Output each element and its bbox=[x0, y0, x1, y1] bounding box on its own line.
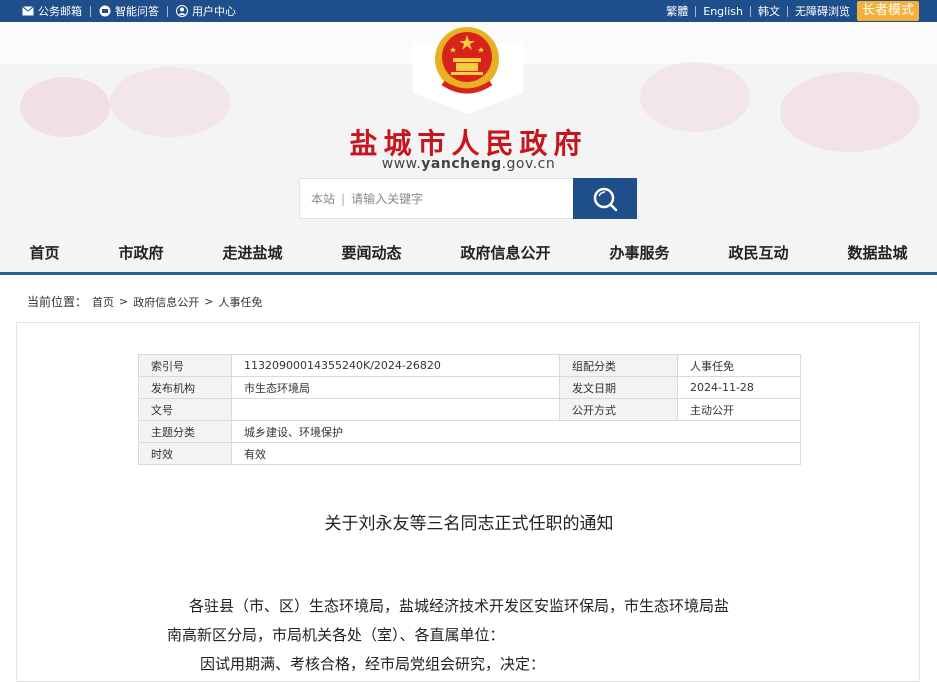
nav-item-about-yancheng[interactable]: 走进盐城 bbox=[222, 242, 282, 263]
qa-link[interactable]: 智能问答 bbox=[99, 3, 159, 19]
breadcrumb-current[interactable]: 人事任免 bbox=[218, 294, 262, 310]
nav-item-city-government[interactable]: 市政府 bbox=[118, 242, 163, 263]
index-label: 索引号 bbox=[138, 354, 232, 377]
validity-label: 时效 bbox=[138, 442, 232, 465]
accessibility-link[interactable]: 无障碍浏览 bbox=[795, 3, 850, 19]
traditional-link[interactable]: 繁體 bbox=[666, 3, 688, 19]
document-title: 关于刘永友等三名同志正式任职的通知 bbox=[324, 514, 614, 534]
main-nav: 首页 市政府 走进盐城 要闻动态 政府信息公开 办事服务 政民互动 数据盐城 bbox=[0, 232, 937, 275]
docno-label: 文号 bbox=[138, 398, 232, 421]
open-method-label: 公开方式 bbox=[559, 398, 678, 421]
breadcrumb-info-disclosure[interactable]: 政府信息公开 bbox=[133, 294, 199, 310]
nav-item-news[interactable]: 要闻动态 bbox=[341, 242, 401, 263]
validity-value: 有效 bbox=[231, 442, 801, 465]
top-right-links: 繁體 English 韩文 无障碍浏览 长者模式 bbox=[666, 0, 919, 22]
docno-value bbox=[231, 398, 560, 421]
mail-link-label: 公务邮箱 bbox=[38, 5, 82, 18]
divider bbox=[786, 5, 788, 17]
search-button[interactable] bbox=[573, 178, 637, 219]
topic-value: 城乡建设、环境保护 bbox=[231, 420, 801, 443]
mail-link[interactable]: 公务邮箱 bbox=[22, 3, 82, 19]
table-row: 发布机构 市生态环境局 发文日期 2024-11-28 bbox=[138, 376, 801, 399]
nav-item-services[interactable]: 办事服务 bbox=[609, 242, 669, 263]
search-bar: 本站 | 请输入关键字 bbox=[299, 178, 638, 219]
document-paragraph: 南高新区分局，市局机关各处（室）、各直属单位： bbox=[167, 626, 505, 644]
divider bbox=[90, 5, 91, 17]
date-value: 2024-11-28 bbox=[677, 376, 801, 399]
domain-prefix: www. bbox=[381, 156, 422, 172]
breadcrumb-label: 当前位置： bbox=[27, 295, 88, 309]
table-row: 主题分类 城乡建设、环境保护 bbox=[138, 420, 801, 443]
table-row: 时效 有效 bbox=[138, 442, 801, 465]
document-paragraph: 因试用期满、考核合格，经市局党组会研究，决定： bbox=[200, 655, 546, 673]
top-bar: 公务邮箱 智能问答 用户中心 繁體 English 韩文 无障碍浏览 长者模式 bbox=[0, 0, 937, 22]
divider bbox=[167, 5, 168, 17]
user-center-link[interactable]: 用户中心 bbox=[176, 3, 236, 19]
document-paragraph: 各驻县（市、区）生态环境局，盐城经济技术开发区安监环保局，市生态环境局盐 bbox=[189, 597, 730, 615]
nav-item-data[interactable]: 数据盐城 bbox=[847, 242, 907, 263]
breadcrumb: 当前位置： 首页 > 政府信息公开 > 人事任免 bbox=[27, 293, 262, 310]
issuer-label: 发布机构 bbox=[138, 376, 232, 399]
breadcrumb-home[interactable]: 首页 bbox=[92, 294, 114, 310]
nav-item-home[interactable]: 首页 bbox=[29, 242, 59, 263]
mail-icon bbox=[22, 6, 34, 16]
metadata-table: 索引号 11320900014355240K/2024-26820 组配分类 人… bbox=[138, 354, 801, 465]
breadcrumb-separator: > bbox=[119, 295, 129, 308]
domain-suffix: .gov.cn bbox=[501, 156, 556, 172]
table-row: 文号 公开方式 主动公开 bbox=[138, 398, 801, 421]
category-label: 组配分类 bbox=[559, 354, 678, 377]
search-divider: | bbox=[341, 191, 346, 206]
index-value: 11320900014355240K/2024-26820 bbox=[231, 354, 560, 377]
content-panel: 索引号 11320900014355240K/2024-26820 组配分类 人… bbox=[16, 322, 920, 682]
category-value: 人事任免 bbox=[677, 354, 801, 377]
nav-item-info-disclosure[interactable]: 政府信息公开 bbox=[460, 242, 550, 263]
user-icon bbox=[176, 5, 188, 17]
search-scope: 本站 bbox=[311, 192, 336, 206]
breadcrumb-separator: > bbox=[204, 295, 214, 308]
top-left-links: 公务邮箱 智能问答 用户中心 bbox=[22, 0, 236, 22]
topic-label: 主题分类 bbox=[138, 420, 232, 443]
divider bbox=[695, 5, 697, 17]
search-input[interactable]: 本站 | 请输入关键字 bbox=[299, 178, 574, 219]
issuer-value: 市生态环境局 bbox=[231, 376, 560, 399]
open-method-value: 主动公开 bbox=[677, 398, 801, 421]
site-domain: www.yancheng.gov.cn bbox=[0, 156, 937, 172]
divider bbox=[749, 5, 751, 17]
qa-link-label: 智能问答 bbox=[115, 5, 159, 18]
search-icon bbox=[593, 187, 618, 211]
korean-link[interactable]: 韩文 bbox=[758, 3, 780, 19]
date-label: 发文日期 bbox=[559, 376, 678, 399]
robot-icon bbox=[99, 5, 111, 17]
search-placeholder: 请输入关键字 bbox=[351, 192, 424, 206]
table-row: 索引号 11320900014355240K/2024-26820 组配分类 人… bbox=[138, 354, 801, 377]
nav-item-interaction[interactable]: 政民互动 bbox=[728, 242, 788, 263]
national-emblem-icon bbox=[435, 27, 499, 94]
english-link[interactable]: English bbox=[703, 5, 743, 18]
domain-main: yancheng bbox=[421, 156, 502, 172]
user-center-label: 用户中心 bbox=[192, 5, 236, 18]
elder-mode-button[interactable]: 长者模式 bbox=[856, 1, 919, 21]
